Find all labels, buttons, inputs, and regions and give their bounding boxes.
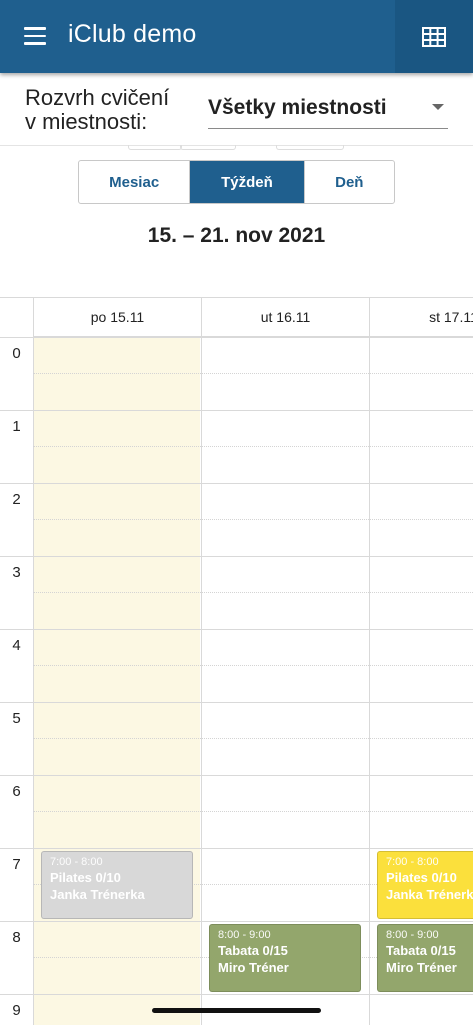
hour-label: 8 [12, 929, 21, 946]
week-calendar[interactable]: po 15.11 ut 16.11 st 17.11 0 1 2 3 4 5 6 7 8 9 7:0… [0, 297, 473, 1025]
column-divider [33, 298, 34, 1025]
hour-line [0, 848, 473, 849]
day-header-wed[interactable]: st 17.11 [369, 298, 473, 337]
event-trainer: Miro Tréner [386, 960, 457, 975]
column-divider [369, 298, 370, 1025]
event-block[interactable]: 7:00 - 8:00 Pilates 0/10 Janka Trénerka [377, 851, 473, 919]
hour-label: 4 [12, 637, 21, 654]
half-hour-line [33, 811, 473, 812]
hour-line [0, 556, 473, 557]
column-divider [201, 298, 202, 1025]
half-hour-line [33, 592, 473, 593]
home-indicator [152, 1008, 321, 1013]
tab-week[interactable]: Týždeň [189, 161, 304, 203]
view-switch: Mesiac Týždeň Deň [78, 160, 395, 204]
hour-line [0, 410, 473, 411]
room-label-line1: Rozvrh cvičení [25, 85, 170, 110]
event-block[interactable]: 8:00 - 9:00 Tabata 0/15 Miro Tréner [209, 924, 361, 992]
divider [0, 145, 473, 146]
hour-line [0, 775, 473, 776]
room-select-value: Všetky miestnosti [208, 96, 387, 119]
day-header-tue[interactable]: ut 16.11 [201, 298, 369, 337]
calendar-view-button[interactable] [395, 0, 473, 73]
event-time: 7:00 - 8:00 [50, 856, 103, 868]
event-block[interactable]: 8:00 - 9:00 Tabata 0/15 Miro Tréner [377, 924, 473, 992]
hour-label: 3 [12, 564, 21, 581]
half-hour-line [33, 373, 473, 374]
day-header-mon[interactable]: po 15.11 [33, 298, 201, 337]
hour-label: 9 [12, 1002, 21, 1019]
hour-label: 7 [12, 856, 21, 873]
event-trainer: Janka Trénerka [386, 887, 473, 902]
hamburger-icon[interactable] [24, 27, 46, 45]
event-time: 7:00 - 8:00 [386, 856, 439, 868]
tab-remnant [276, 145, 344, 150]
event-time: 8:00 - 9:00 [218, 929, 271, 941]
event-block[interactable]: 7:00 - 8:00 Pilates 0/10 Janka Trénerka [41, 851, 193, 919]
event-title: Tabata 0/15 [218, 943, 288, 958]
event-trainer: Miro Tréner [218, 960, 289, 975]
hour-label: 6 [12, 783, 21, 800]
room-select[interactable]: Všetky miestnosti [208, 94, 448, 129]
tab-remnant [128, 145, 182, 150]
hour-line [0, 921, 473, 922]
hour-label: 1 [12, 418, 21, 435]
room-label: Rozvrh cvičení v miestnosti: [25, 86, 169, 134]
hour-label: 0 [12, 345, 21, 362]
calendar-grid-icon [422, 26, 446, 47]
tab-month[interactable]: Mesiac [79, 161, 189, 203]
tab-day[interactable]: Deň [303, 161, 394, 203]
hour-line [0, 337, 473, 338]
event-title: Tabata 0/15 [386, 943, 456, 958]
hour-line [0, 629, 473, 630]
app-bar: iClub demo [0, 0, 473, 73]
event-trainer: Janka Trénerka [50, 887, 145, 902]
app-title: iClub demo [68, 20, 197, 48]
caret-down-icon [432, 104, 444, 110]
half-hour-line [33, 665, 473, 666]
half-hour-line [33, 519, 473, 520]
hour-line [0, 483, 473, 484]
hour-label: 5 [12, 710, 21, 727]
room-label-line2: v miestnosti: [25, 109, 148, 134]
hour-label: 2 [12, 491, 21, 508]
date-range-title: 15. – 21. nov 2021 [147, 224, 326, 247]
tab-remnant [180, 145, 236, 150]
hour-line [0, 994, 473, 995]
half-hour-line [33, 738, 473, 739]
event-title: Pilates 0/10 [50, 870, 121, 885]
event-time: 8:00 - 9:00 [386, 929, 439, 941]
half-hour-line [33, 446, 473, 447]
event-title: Pilates 0/10 [386, 870, 457, 885]
hour-line [0, 702, 473, 703]
